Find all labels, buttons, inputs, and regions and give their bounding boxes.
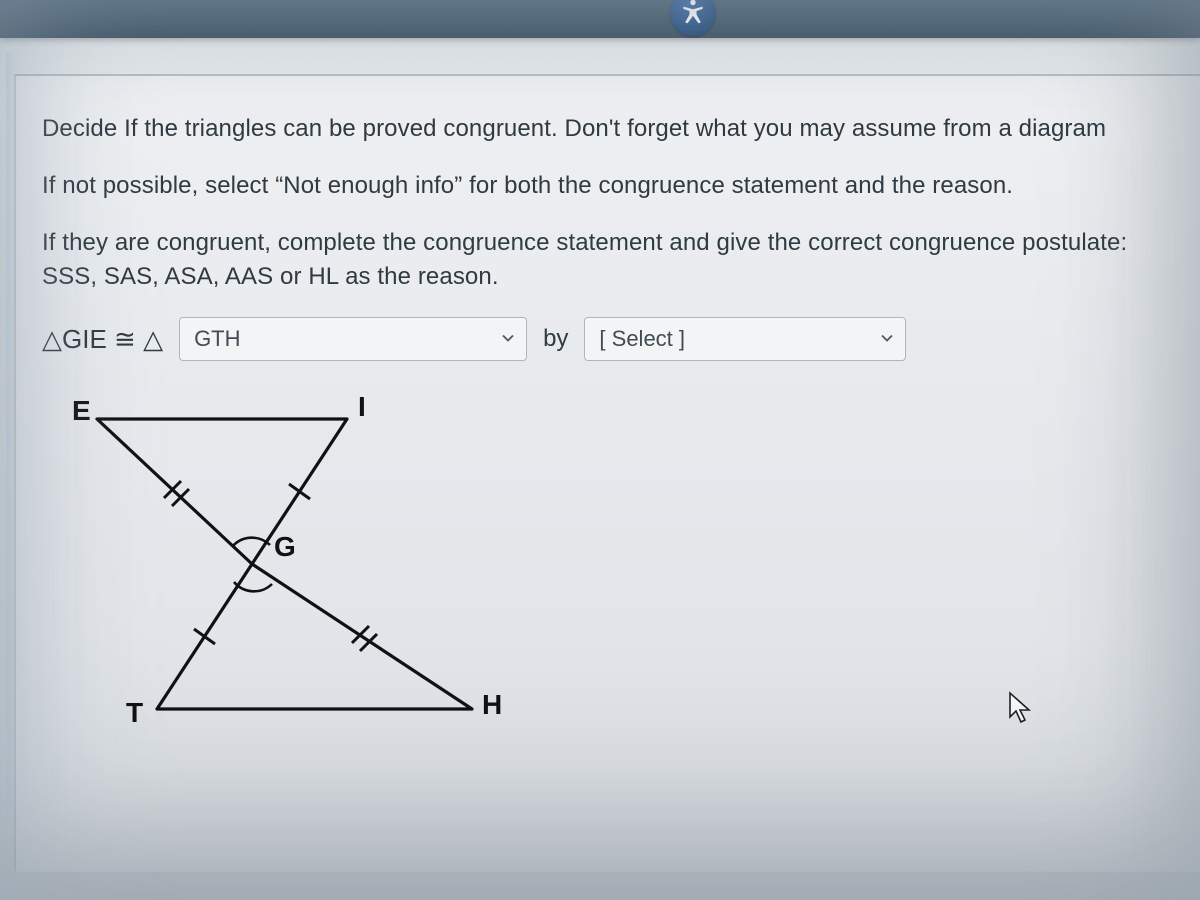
window-titlebar-fragment [0,0,1200,38]
triangle-select-value: GTH [194,326,240,352]
cursor-icon [1006,691,1036,730]
vertex-label-t: T [126,697,143,729]
question-paragraph-2: If not possible, select “Not enough info… [42,169,1178,204]
vertex-label-h: H [482,689,502,721]
photo-frame: Decide If the triangles can be proved co… [0,0,1200,900]
chevron-down-icon [879,326,895,352]
by-label: by [543,325,568,353]
vertex-label-e: E [72,395,91,427]
question-panel: Decide If the triangles can be proved co… [14,74,1200,872]
reason-select-value: [ Select ] [599,326,685,352]
answer-row: △GIE ≅ △ GTH by [ Select ] [16,317,1200,361]
question-text: Decide If the triangles can be proved co… [16,112,1200,295]
vertex-label-i: I [358,391,366,423]
congruence-prefix: △GIE ≅ △ [42,324,163,355]
question-paragraph-1: Decide If the triangles can be proved co… [42,112,1178,147]
accessibility-icon [679,0,707,30]
chevron-down-icon [500,326,516,352]
triangle-diagram: E I G T H [42,389,602,769]
vertex-label-g: G [274,531,296,563]
reason-select[interactable]: [ Select ] [584,317,906,361]
question-paragraph-3: If they are congruent, complete the cong… [42,226,1178,296]
triangle-select[interactable]: GTH [179,317,527,361]
